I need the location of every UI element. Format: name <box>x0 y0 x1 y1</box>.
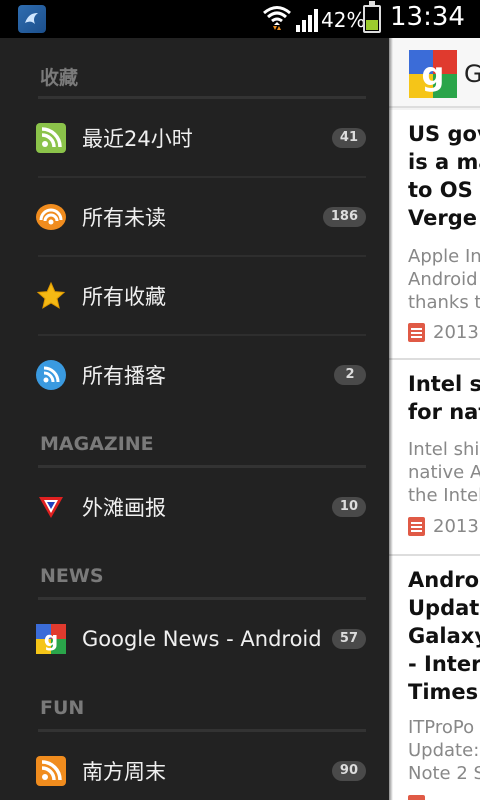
article-date: 2013 <box>433 516 479 537</box>
drawer-item-label: 所有收藏 <box>82 285 166 309</box>
drawer-item-all-unread[interactable]: 所有未读 186 <box>0 178 389 256</box>
article-snippet: ITProPo Update: Note 2 S <box>408 717 480 784</box>
article-snippet: Apple In Android thanks t <box>408 246 480 313</box>
drawer-item-southern-weekly[interactable]: 南方周末 90 <box>0 732 389 800</box>
drawer-item-label: 南方周末 <box>82 760 166 784</box>
article-list-panel: g G US gov is a ma to OS f Verge Apple I… <box>389 38 480 800</box>
battery-level <box>366 19 378 30</box>
article-snippet: Intel shi native A the Intel <box>408 439 480 506</box>
drawer-item-all-podcasts[interactable]: 所有播客 2 <box>0 336 389 414</box>
article-meta <box>408 794 425 800</box>
section-header-news: NEWS <box>40 565 104 587</box>
section-header-magazine: MAGAZINE <box>40 433 154 455</box>
battery-icon <box>363 1 381 33</box>
article-title: Androi Update Galaxy - Intern Times <box>408 568 480 704</box>
article-icon <box>408 795 425 800</box>
drawer-item-label: 所有播客 <box>82 364 166 388</box>
google-news-icon: g <box>36 624 66 654</box>
unread-count-badge: 90 <box>331 761 366 781</box>
article-meta: 2013 <box>408 516 479 537</box>
wifi-icon <box>262 4 292 36</box>
podcast-icon <box>36 360 66 390</box>
drawer-item-label: 所有未读 <box>82 206 166 230</box>
unread-count-badge: 186 <box>322 207 366 227</box>
bund-magazine-icon <box>36 492 66 522</box>
status-bar: 42% 13:34 <box>0 0 480 38</box>
article-date: 2013 <box>433 322 479 343</box>
google-news-icon: g <box>409 50 457 98</box>
unread-feed-icon <box>36 202 66 232</box>
unread-count-badge: 10 <box>331 497 366 517</box>
article-title: Intel sh for nat <box>408 372 480 424</box>
app-notification-icon <box>18 5 46 33</box>
rss-icon <box>36 123 66 153</box>
unread-count-badge: 57 <box>331 629 366 649</box>
article-item[interactable]: Androi Update Galaxy - Intern Times ITPr… <box>389 556 480 800</box>
section-header-fun: FUN <box>40 697 85 719</box>
drawer-item-google-news-android[interactable]: g Google News - Android 57 <box>0 600 389 678</box>
drawer-item-bund-magazine[interactable]: 外滩画报 10 <box>0 468 389 546</box>
rss-icon <box>36 756 66 786</box>
clock: 13:34 <box>390 2 465 32</box>
article-meta: 2013 <box>408 322 479 343</box>
drawer-item-label: 最近24小时 <box>82 127 193 151</box>
star-icon <box>36 281 66 311</box>
drawer-shadow <box>389 38 393 800</box>
svg-text:g: g <box>44 627 58 651</box>
feed-title: G <box>464 60 480 88</box>
feed-header[interactable]: g G <box>389 38 480 108</box>
drawer-item-recent-24h[interactable]: 最近24小时 41 <box>0 99 389 177</box>
section-header-favorites: 收藏 <box>40 67 79 89</box>
unread-count-badge: 41 <box>331 128 366 148</box>
article-item[interactable]: Intel sh for nat Intel shi native A the … <box>389 360 480 554</box>
signal-icon <box>295 8 321 36</box>
article-item[interactable]: US gov is a ma to OS f Verge Apple In An… <box>389 110 480 358</box>
article-icon <box>408 517 425 536</box>
unread-count-badge: 2 <box>334 365 366 385</box>
drawer-item-label: 外滩画报 <box>82 496 166 520</box>
drawer-item-all-favorites[interactable]: 所有收藏 <box>0 257 389 335</box>
svg-text:g: g <box>422 55 445 93</box>
article-title: US gov is a ma to OS f Verge <box>408 122 480 230</box>
navigation-drawer: 收藏 最近24小时 41 所有未读 186 所有收藏 所有播客 2 MAGAZI… <box>0 38 389 800</box>
battery-percent: 42% <box>321 8 366 32</box>
article-icon <box>408 323 425 342</box>
drawer-item-label: Google News - Android <box>82 627 322 651</box>
